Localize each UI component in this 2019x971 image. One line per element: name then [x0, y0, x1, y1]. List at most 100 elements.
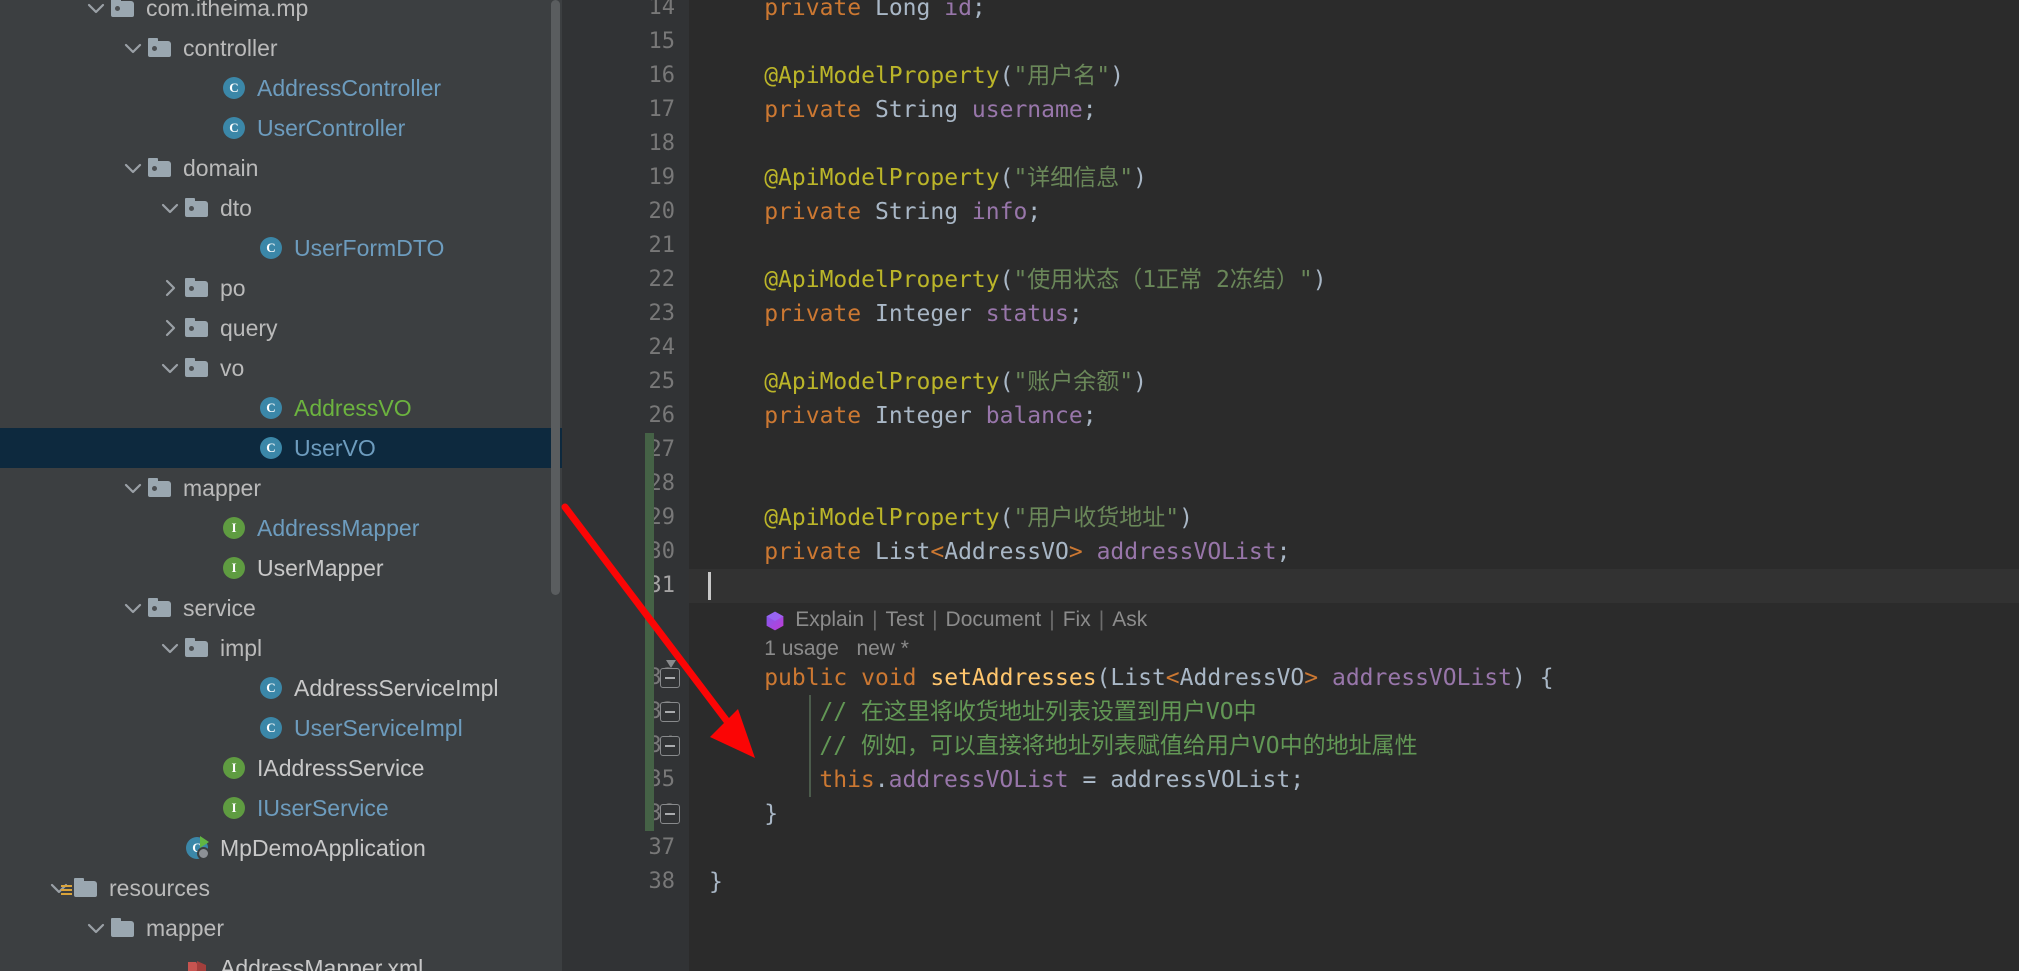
tree-item-usercontroller[interactable]: C UserController: [0, 108, 562, 148]
usage-count[interactable]: 1 usage: [764, 637, 839, 660]
tree-item-addressserviceimpl[interactable]: C AddressServiceImpl: [0, 668, 562, 708]
tree-item-addressvo[interactable]: C AddressVO: [0, 388, 562, 428]
code-fold-marker[interactable]: [660, 702, 680, 722]
code-line-14[interactable]: private Long id;: [689, 0, 986, 25]
code-line-24[interactable]: [689, 331, 709, 365]
tree-item-userserviceimpl[interactable]: C UserServiceImpl: [0, 708, 562, 748]
code-line-30[interactable]: private List<AddressVO> addressVOList;: [689, 535, 1290, 569]
tree-item-usermapper[interactable]: I UserMapper: [0, 548, 562, 588]
code-line-31[interactable]: [689, 569, 709, 603]
scrollbar-thumb[interactable]: [551, 0, 560, 595]
code-line-19[interactable]: @ApiModelProperty("详细信息"): [689, 161, 1147, 195]
code-line-18[interactable]: [689, 127, 709, 161]
code-line-36[interactable]: }: [689, 797, 778, 831]
tree-item-mpdemoapplication[interactable]: C MpDemoApplication: [0, 828, 562, 868]
chevron-down-icon[interactable]: [120, 475, 146, 501]
ai-action-fix[interactable]: Fix: [1063, 605, 1091, 635]
tree-item-label: UserController: [257, 114, 406, 141]
tree-item-domain[interactable]: domain: [0, 148, 562, 188]
code-line-28[interactable]: [689, 467, 709, 501]
chevron-down-icon[interactable]: [120, 595, 146, 621]
tree-item-iuserservice[interactable]: I IUserService: [0, 788, 562, 828]
code-fold-marker[interactable]: [660, 736, 680, 756]
chevron-right-icon[interactable]: [157, 275, 183, 301]
code-line-23[interactable]: private Integer status;: [689, 297, 1083, 331]
tree-item-addresscontroller[interactable]: C AddressController: [0, 68, 562, 108]
tree-item-mapper[interactable]: mapper: [0, 908, 562, 948]
tree-item-controller[interactable]: controller: [0, 28, 562, 68]
tree-item-service[interactable]: service: [0, 588, 562, 628]
chevron-down-icon[interactable]: [157, 635, 183, 661]
code-fold-marker[interactable]: [660, 804, 680, 824]
tree-item-iaddressservice[interactable]: I IAddressService: [0, 748, 562, 788]
code-line-33[interactable]: // 在这里将收货地址列表设置到用户VO中: [689, 695, 1256, 729]
inlay-separator: |: [872, 608, 878, 631]
vcs-changed-lines-marker[interactable]: [645, 433, 654, 831]
code-token: >: [1068, 539, 1083, 565]
tree-item-com-itheima-mp[interactable]: com.itheima.mp: [0, 0, 562, 28]
tree-item-impl[interactable]: impl: [0, 628, 562, 668]
editor-pane[interactable]: 1415161718192021222324252627282930313233…: [562, 0, 2019, 971]
tree-item-userformdto[interactable]: C UserFormDTO: [0, 228, 562, 268]
code-token: public: [764, 665, 862, 691]
ai-action-explain[interactable]: Explain: [795, 605, 864, 635]
ai-action-document[interactable]: Document: [946, 605, 1042, 635]
code-line-21[interactable]: [689, 229, 709, 263]
code-line-38[interactable]: }: [689, 865, 723, 899]
tree-item-po[interactable]: po: [0, 268, 562, 308]
tree-item-uservo[interactable]: C UserVO: [0, 428, 562, 468]
project-tree-scrollbar[interactable]: [548, 0, 562, 971]
project-tool-window[interactable]: com.itheima.mp controller C AddressControll…: [0, 0, 562, 971]
ai-assistant-inlay[interactable]: Explain | Test | Document | Fix | Ask: [689, 605, 1147, 635]
code-token: (: [999, 165, 1014, 191]
code-line-32[interactable]: public void setAddresses(List<AddressVO>…: [689, 661, 1553, 695]
code-line-37[interactable]: [689, 831, 709, 865]
tree-item-vo[interactable]: vo: [0, 348, 562, 388]
code-folding-strip[interactable]: [655, 0, 689, 971]
tree-item-dto[interactable]: dto: [0, 188, 562, 228]
code-token: (: [1096, 665, 1111, 691]
editor-code-area[interactable]: private Long id; @ApiModelProperty("用户名")…: [689, 0, 2019, 971]
code-token: @ApiModelProperty: [764, 267, 1000, 293]
usage-and-vcs-hint[interactable]: 1 usage new *: [689, 634, 909, 664]
tree-item-query[interactable]: query: [0, 308, 562, 348]
code-token: ): [1133, 165, 1148, 191]
code-line-29[interactable]: @ApiModelProperty("用户收货地址"): [689, 501, 1193, 535]
ai-action-test[interactable]: Test: [886, 605, 925, 635]
tree-item-label: vo: [220, 354, 245, 381]
code-line-25[interactable]: @ApiModelProperty("账户余额"): [689, 365, 1147, 399]
chevron-down-icon[interactable]: [157, 195, 183, 221]
tree-item-addressmapper[interactable]: I AddressMapper: [0, 508, 562, 548]
tree-item-label: po: [220, 274, 246, 301]
code-line-35[interactable]: this.addressVOList = addressVOList;: [689, 763, 1304, 797]
code-line-34[interactable]: // 例如，可以直接将地址列表赋值给用户VO中的地址属性: [689, 729, 1417, 763]
code-line-16[interactable]: @ApiModelProperty("用户名"): [689, 59, 1124, 93]
code-line-15[interactable]: [689, 25, 709, 59]
vcs-author-hint[interactable]: new *: [856, 637, 909, 660]
code-fold-marker[interactable]: [660, 660, 680, 688]
code-token: @ApiModelProperty: [764, 165, 1000, 191]
ai-action-ask[interactable]: Ask: [1112, 605, 1147, 635]
interface-icon: I: [220, 555, 248, 581]
code-line-27[interactable]: [689, 433, 709, 467]
chevron-down-icon[interactable]: [157, 355, 183, 381]
chevron-down-icon[interactable]: [120, 155, 146, 181]
folder-plain-icon: [109, 915, 137, 941]
chevron-right-icon[interactable]: [157, 315, 183, 341]
chevron-down-icon[interactable]: [83, 915, 109, 941]
chevron-down-icon[interactable]: [120, 35, 146, 61]
code-line-26[interactable]: private Integer balance;: [689, 399, 1096, 433]
code-token: <: [1165, 665, 1180, 691]
tree-item-addressmapper-xml[interactable]: AddressMapper.xml: [0, 948, 562, 971]
code-token: }: [764, 801, 779, 827]
code-line-22[interactable]: @ApiModelProperty("使用状态（1正常 2冻结）"): [689, 263, 1326, 297]
chevron-down-icon[interactable]: [83, 0, 109, 21]
tree-item-resources[interactable]: resources: [0, 868, 562, 908]
folder-package-icon: [183, 355, 211, 381]
code-line-20[interactable]: private String info;: [689, 195, 1041, 229]
tree-item-label: controller: [183, 34, 278, 61]
code-token: balance: [985, 403, 1083, 429]
code-token: private: [764, 199, 875, 225]
code-line-17[interactable]: private String username;: [689, 93, 1096, 127]
tree-item-mapper[interactable]: mapper: [0, 468, 562, 508]
